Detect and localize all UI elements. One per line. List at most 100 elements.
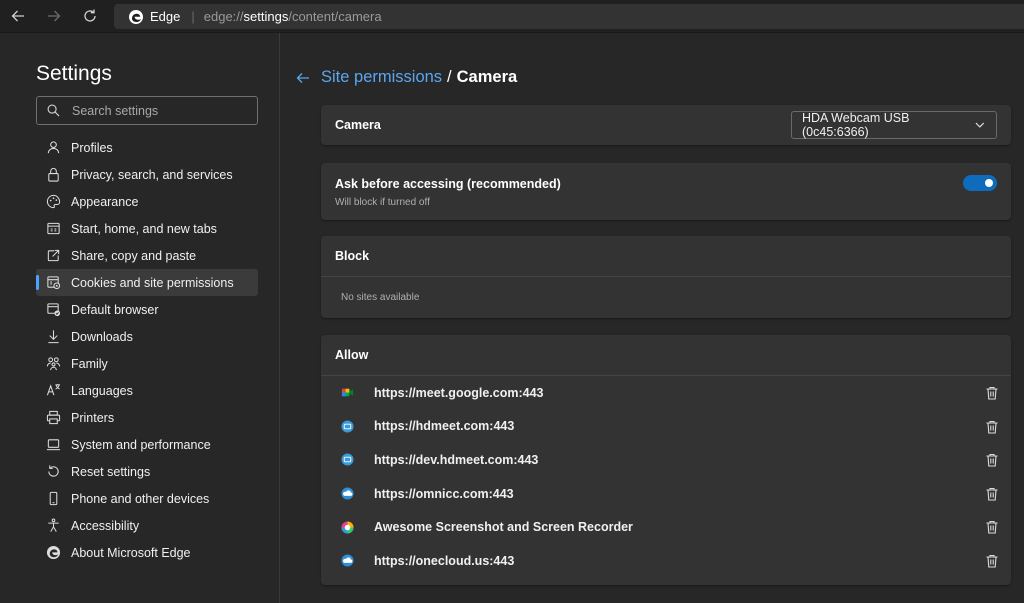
site-identity: Edge: [150, 9, 181, 24]
page-title: Settings: [36, 62, 112, 85]
sidebar-item-default-browser[interactable]: Default browser: [36, 296, 258, 323]
site-url: https://meet.google.com:443: [374, 385, 544, 400]
site-url: https://hdmeet.com:443: [374, 419, 515, 434]
arrow-right-icon: [48, 10, 61, 22]
sidebar-item-label: Default browser: [71, 302, 159, 317]
family-icon: [46, 357, 61, 371]
sidebar-item-label: Profiles: [71, 140, 113, 155]
sidebar-item-printers[interactable]: Printers: [36, 404, 258, 431]
breadcrumb-link-site-permissions[interactable]: Site permissions: [321, 68, 442, 87]
sidebar-item-label: Share, copy and paste: [71, 248, 197, 263]
sidebar-item-label: Privacy, search, and services: [71, 167, 233, 182]
site-url: Awesome Screenshot and Screen Recorder: [374, 520, 633, 535]
sidebar-item-label: Printers: [71, 410, 115, 425]
list-item: https://dev.hdmeet.com:443: [321, 443, 1011, 477]
sidebar-item-share[interactable]: Share, copy and paste: [36, 242, 258, 269]
trash-icon[interactable]: [985, 453, 999, 467]
address-bar[interactable]: Edge | edge://settings/content/camera: [114, 4, 1024, 29]
sidebar-item-label: Languages: [71, 383, 133, 398]
trash-icon[interactable]: [985, 386, 999, 400]
phone-icon: [49, 491, 58, 506]
printer-icon: [46, 410, 61, 425]
start-tabs-icon: [47, 222, 60, 235]
sidebar-item-appearance[interactable]: Appearance: [36, 188, 258, 215]
camera-device-value: HDA Webcam USB (0c45:6366): [802, 111, 910, 139]
hdmeet-icon: [341, 420, 354, 433]
back-button[interactable]: [0, 0, 36, 33]
site-url: https://omnicc.com:443: [374, 486, 514, 501]
reset-icon: [48, 465, 59, 477]
main-content: Site permissions / Camera Camera HDA Web…: [281, 33, 1024, 603]
sidebar-item-label: Family: [71, 356, 108, 371]
sidebar-item-profiles[interactable]: Profiles: [36, 134, 258, 161]
trash-icon[interactable]: [985, 487, 999, 501]
sidebar-item-label: Phone and other devices: [71, 491, 210, 506]
languages-icon: [46, 383, 61, 396]
breadcrumb: Site permissions / Camera: [295, 68, 517, 87]
laptop-icon: [46, 439, 61, 451]
toggle-knob: [985, 179, 993, 187]
camera-device-card: Camera HDA Webcam USB (0c45:6366): [321, 105, 1011, 145]
sidebar-item-label: System and performance: [71, 437, 211, 452]
ask-title: Ask before accessing (recommended): [335, 177, 561, 191]
profile-icon: [47, 141, 60, 154]
sidebar-item-about[interactable]: About Microsoft Edge: [36, 539, 258, 566]
sidebar-item-start-home[interactable]: Start, home, and new tabs: [36, 215, 258, 242]
chevron-down-icon: [975, 122, 985, 128]
list-item: https://omnicc.com:443: [321, 477, 1011, 511]
refresh-button[interactable]: [72, 0, 108, 33]
download-icon: [48, 330, 59, 344]
edge-logo-icon: [129, 9, 143, 24]
sidebar-item-reset[interactable]: Reset settings: [36, 458, 258, 485]
block-empty-text: No sites available: [341, 292, 420, 303]
sidebar-item-accessibility[interactable]: Accessibility: [36, 512, 258, 539]
breadcrumb-current: Camera: [456, 68, 518, 86]
cloud-icon: [341, 554, 354, 567]
default-browser-icon: [47, 303, 61, 317]
arrow-left-icon: [11, 10, 24, 22]
ask-subtitle: Will block if turned off: [335, 197, 430, 208]
sidebar-item-cookies[interactable]: Cookies and site permissions: [36, 269, 258, 296]
search-input[interactable]: [72, 103, 242, 118]
allow-card: Allow https://meet.google.com:443 https:…: [321, 335, 1011, 585]
ask-toggle[interactable]: [963, 175, 997, 191]
url-text: edge://settings/content/camera: [203, 9, 382, 24]
camera-device-select[interactable]: HDA Webcam USB (0c45:6366): [791, 111, 997, 139]
sidebar-item-privacy[interactable]: Privacy, search, and services: [36, 161, 258, 188]
sidebar-item-phone[interactable]: Phone and other devices: [36, 485, 258, 512]
refresh-icon: [84, 9, 96, 22]
browser-toolbar: Edge | edge://settings/content/camera: [0, 0, 1024, 33]
list-item: https://onecloud.us:443: [321, 544, 1011, 578]
back-arrow-icon[interactable]: [295, 70, 311, 86]
forward-button[interactable]: [36, 0, 72, 33]
camera-label: Camera: [335, 118, 381, 132]
edge-icon: [46, 545, 61, 560]
block-card: Block No sites available: [321, 236, 1011, 318]
cloud-icon: [341, 487, 354, 500]
sidebar-item-family[interactable]: Family: [36, 350, 258, 377]
trash-icon[interactable]: [985, 520, 999, 534]
sidebar-item-system[interactable]: System and performance: [36, 431, 258, 458]
sidebar-item-label: Reset settings: [71, 464, 151, 479]
ask-before-accessing-card: Ask before accessing (recommended) Will …: [321, 163, 1011, 220]
sidebar-item-label: Cookies and site permissions: [71, 275, 234, 290]
address-separator: |: [191, 9, 195, 24]
sidebar-item-languages[interactable]: Languages: [36, 377, 258, 404]
trash-icon[interactable]: [985, 554, 999, 568]
trash-icon[interactable]: [985, 420, 999, 434]
google-meet-icon: [341, 389, 354, 397]
list-item: https://meet.google.com:443: [321, 376, 1011, 410]
lock-icon: [48, 167, 59, 182]
settings-sidebar: Settings Profiles Privacy, search, and s…: [0, 33, 280, 603]
accessibility-icon: [48, 518, 59, 532]
sidebar-item-downloads[interactable]: Downloads: [36, 323, 258, 350]
sidebar-item-label: Appearance: [71, 194, 139, 209]
block-title: Block: [335, 249, 370, 263]
search-box[interactable]: [36, 96, 258, 125]
site-url: https://dev.hdmeet.com:443: [374, 452, 539, 467]
settings-menu: Profiles Privacy, search, and services A…: [36, 134, 258, 566]
list-item: https://hdmeet.com:443: [321, 410, 1011, 444]
awesome-screenshot-icon: [341, 521, 354, 534]
sidebar-item-label: Start, home, and new tabs: [71, 221, 217, 236]
sidebar-item-label: Downloads: [71, 329, 133, 344]
